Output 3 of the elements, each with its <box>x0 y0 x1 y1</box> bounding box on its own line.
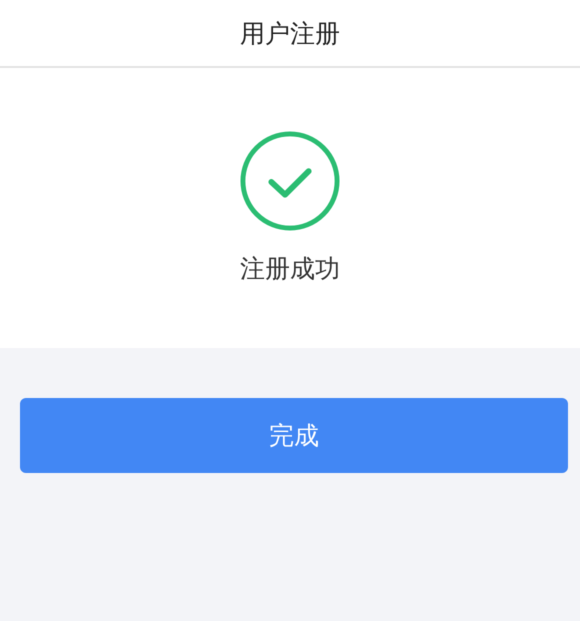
status-message: 注册成功 <box>240 253 340 285</box>
page-title: 用户注册 <box>240 18 340 50</box>
done-button[interactable]: 完成 <box>20 398 568 473</box>
